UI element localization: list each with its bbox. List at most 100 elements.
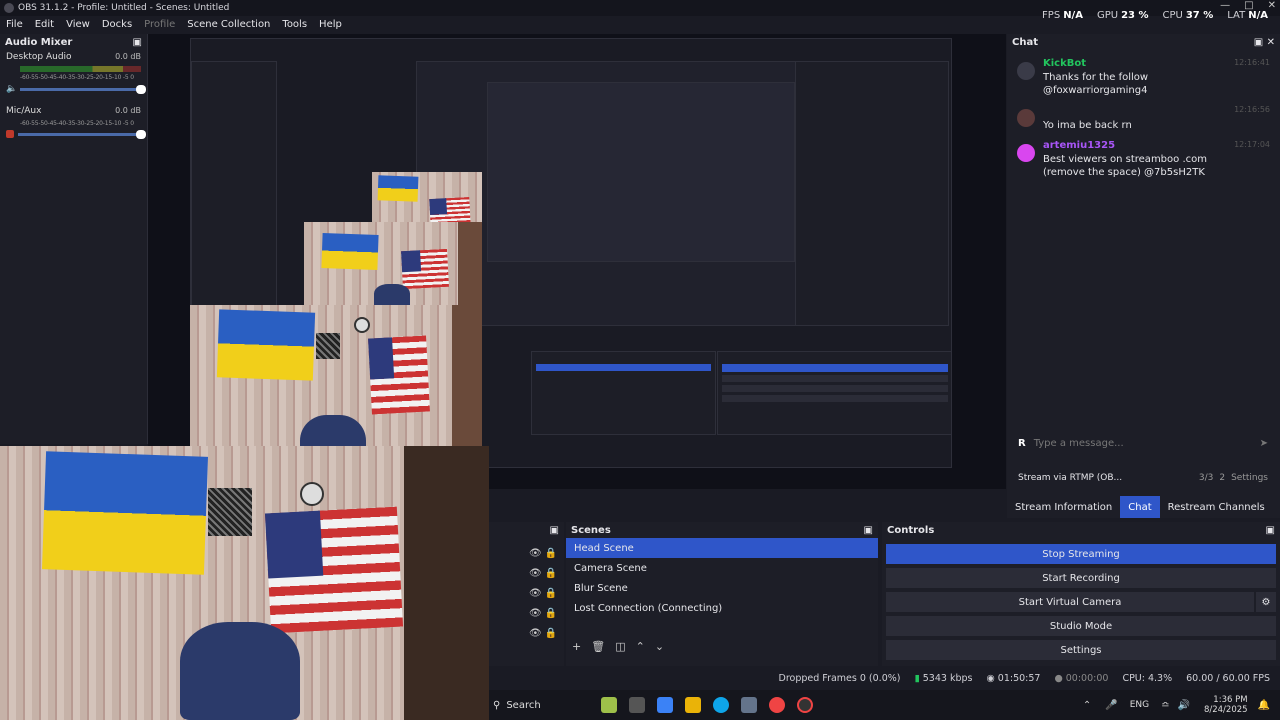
avatar: [1017, 62, 1035, 80]
gear-icon[interactable]: ⚙: [1256, 592, 1276, 612]
gpu-stat: GPU 23 %: [1096, 10, 1149, 21]
avatar: [1017, 109, 1035, 127]
trash-icon[interactable]: 🗑: [591, 640, 605, 653]
chat-time: 12:16:56: [1234, 105, 1270, 114]
menu-file[interactable]: File: [0, 19, 29, 30]
channel-db: 0.0 dB: [115, 52, 141, 61]
move-down-icon[interactable]: ⌄: [655, 640, 664, 653]
menu-tools[interactable]: Tools: [276, 19, 313, 30]
window-title: OBS 31.1.2 - Profile: Untitled - Scenes:…: [18, 3, 230, 13]
file-explorer-icon[interactable]: [684, 697, 701, 713]
tab-restream-channels[interactable]: Restream Channels: [1160, 496, 1273, 518]
send-icon[interactable]: ➤: [1260, 438, 1268, 449]
move-up-icon[interactable]: ⌃: [636, 640, 645, 653]
chat-username[interactable]: KickBot: [1043, 58, 1226, 69]
widget-icon[interactable]: [600, 697, 617, 713]
chat-input-placeholder: Type a message...: [1033, 437, 1124, 449]
slider-knob[interactable]: [136, 84, 146, 94]
menu-scene-collection[interactable]: Scene Collection: [181, 19, 276, 30]
volume-icon[interactable]: 🔊: [1178, 700, 1190, 711]
nested-controls-panel: [717, 351, 951, 435]
dock-float-icon[interactable]: ▣: [133, 37, 142, 48]
volume-slider[interactable]: [18, 129, 146, 139]
notification-icon[interactable]: 🔔: [1258, 700, 1270, 711]
chair: [180, 622, 300, 720]
lat-stat: LAT N/A: [1227, 10, 1268, 21]
scene-item[interactable]: Blur Scene: [566, 578, 878, 598]
virtual-camera-row: Start Virtual Camera ⚙: [882, 592, 1280, 616]
dock-float-icon[interactable]: ▣: [1266, 525, 1275, 536]
eye-icon[interactable]: 👁 🔒: [529, 604, 564, 624]
controls-dock: Controls ▣ Stop Streaming Start Recordin…: [882, 522, 1280, 666]
close-icon[interactable]: ✕: [1268, 0, 1276, 11]
language-indicator[interactable]: ENG: [1130, 700, 1149, 710]
chat-input[interactable]: R Type a message... ➤: [1008, 434, 1278, 452]
wall-clock: [300, 482, 324, 506]
settings-button[interactable]: Settings: [886, 640, 1276, 660]
menu-bar: File Edit View Docks Profile Scene Colle…: [0, 16, 560, 33]
cpu-stat: CPU 37 %: [1162, 10, 1214, 21]
audio-mixer-title: Audio Mixer ▣: [5, 36, 142, 48]
chat-username[interactable]: artemiu1325: [1043, 140, 1226, 151]
dock-float-icon[interactable]: ▣: [864, 525, 873, 536]
tray-chevron-icon[interactable]: ⌃: [1083, 700, 1091, 711]
task-view-icon[interactable]: [628, 697, 645, 713]
rec-timer: ● 00:00:00: [1054, 672, 1109, 684]
tab-chat[interactable]: Chat: [1120, 496, 1160, 518]
meter-ticks: -60-55-50-45-40-35-30-25-20-15-10 -5 0: [20, 120, 134, 127]
sources-title: ▣: [489, 522, 564, 538]
perf-stats: FPS N/A GPU 23 % CPU 37 % LAT N/A: [1042, 10, 1268, 21]
obs-icon[interactable]: [796, 697, 813, 713]
ukraine-flag: [41, 451, 209, 575]
scene-item[interactable]: Head Scene: [566, 538, 878, 558]
menu-profile[interactable]: Profile: [138, 19, 181, 30]
wifi-icon[interactable]: ≏: [1161, 700, 1169, 711]
tab-stream-information[interactable]: Stream Information: [1007, 496, 1120, 518]
scene-item[interactable]: Camera Scene: [566, 558, 878, 578]
mic-icon[interactable]: 🎤: [1105, 700, 1117, 711]
preview-canvas[interactable]: [148, 34, 1006, 489]
mute-icon[interactable]: [6, 130, 14, 138]
chrome-icon[interactable]: [768, 697, 785, 713]
menu-docks[interactable]: Docks: [96, 19, 138, 30]
menu-view[interactable]: View: [60, 19, 96, 30]
chat-username[interactable]: [1043, 105, 1132, 117]
dock-float-icon[interactable]: ▣: [550, 525, 559, 536]
volume-meter: [20, 66, 141, 72]
bottom-tabs: Stream Information Chat Restream Channel…: [1007, 496, 1280, 518]
volume-slider[interactable]: [20, 84, 146, 94]
add-icon[interactable]: +: [572, 640, 581, 653]
eye-icon[interactable]: 👁 🔒: [529, 564, 564, 584]
us-flag: [264, 506, 404, 634]
chat-time: 12:16:41: [1234, 58, 1270, 67]
slider-knob[interactable]: [136, 129, 146, 139]
menu-edit[interactable]: Edit: [29, 19, 60, 30]
chat-message: artemiu1325 Best viewers on streamboo .co…: [1007, 140, 1280, 179]
status-bar: Dropped Frames 0 (0.0%) ▮ 5343 kbps ◉ 01…: [489, 669, 1280, 687]
edge-icon[interactable]: [712, 697, 729, 713]
start-recording-button[interactable]: Start Recording: [886, 568, 1276, 588]
eye-icon[interactable]: 👁 🔒: [529, 544, 564, 564]
live-timer: ◉ 01:50:57: [986, 672, 1041, 684]
scene-item[interactable]: Lost Connection (Connecting): [566, 598, 878, 618]
eye-icon[interactable]: 👁 🔒: [529, 584, 564, 604]
speaker-icon[interactable]: 🔈: [6, 84, 17, 94]
restream-logo-icon: R: [1018, 437, 1026, 449]
controls-title: Controls ▣: [887, 524, 1275, 536]
studio-mode-button[interactable]: Studio Mode: [886, 616, 1276, 636]
copilot-icon[interactable]: [656, 697, 673, 713]
dock-close-icon[interactable]: ▣ ✕: [1254, 37, 1275, 48]
channel-name: Mic/Aux: [6, 106, 42, 116]
menu-help[interactable]: Help: [313, 19, 348, 30]
store-icon[interactable]: [740, 697, 757, 713]
stop-streaming-button[interactable]: Stop Streaming: [886, 544, 1276, 564]
mixer-channel-mic: Mic/Aux 0.0 dB -60-55-50-45-40-35-30-25-2…: [0, 104, 147, 140]
filter-icon[interactable]: ◫: [615, 640, 625, 653]
eye-icon[interactable]: 👁 🔒: [529, 624, 564, 644]
search-icon[interactable]: ⚲: [493, 700, 500, 711]
chat-settings-link[interactable]: Settings: [1231, 473, 1268, 483]
chat-title: Chat ▣ ✕: [1012, 36, 1275, 48]
clock[interactable]: 1:36 PM 8/24/2025: [1204, 695, 1248, 715]
start-virtual-camera-button[interactable]: Start Virtual Camera: [886, 592, 1254, 612]
taskbar-search[interactable]: Search: [506, 700, 540, 711]
